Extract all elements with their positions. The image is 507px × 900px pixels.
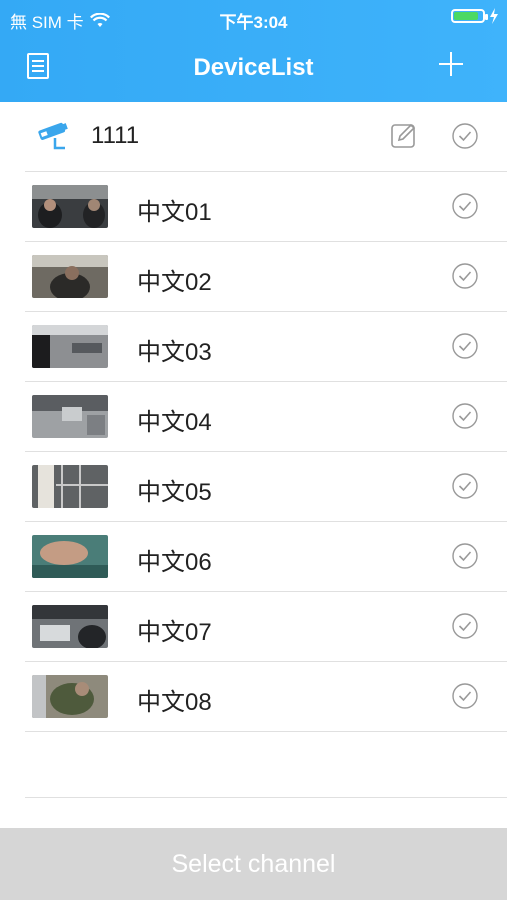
channel-row[interactable]: 中文05 xyxy=(25,452,507,522)
channel-thumbnail xyxy=(32,605,108,648)
channel-row[interactable]: 中文03 xyxy=(25,312,507,382)
check-circle-icon[interactable] xyxy=(452,123,478,149)
channel-thumbnail xyxy=(32,465,108,508)
status-time: 下午3:04 xyxy=(219,13,288,32)
channel-row[interactable]: 中文08 xyxy=(25,662,507,732)
channel-name: 中文01 xyxy=(137,199,212,226)
channel-name: 中文04 xyxy=(137,409,212,436)
channel-name: 中文07 xyxy=(137,619,212,646)
channel-thumbnail xyxy=(32,395,108,438)
camera-icon xyxy=(38,122,68,150)
edit-icon[interactable] xyxy=(390,121,418,149)
check-circle-icon[interactable] xyxy=(452,683,478,709)
status-right xyxy=(451,8,499,24)
check-circle-icon[interactable] xyxy=(452,543,478,569)
channel-row[interactable]: 中文06 xyxy=(25,522,507,592)
nav-bar: DeviceList xyxy=(0,36,507,102)
channel-row[interactable]: 中文04 xyxy=(25,382,507,452)
add-icon[interactable] xyxy=(437,50,465,78)
charging-icon xyxy=(490,8,498,24)
channel-thumbnail xyxy=(32,185,108,228)
device-row[interactable]: 1111 xyxy=(25,102,507,172)
channel-row[interactable]: 中文07 xyxy=(25,592,507,662)
device-list: 1111 中文01 中文02 中文03 中文04 中文05 中文06 中文07 … xyxy=(0,102,507,732)
select-channel-button[interactable]: Select channel xyxy=(0,850,507,879)
channel-thumbnail xyxy=(32,255,108,298)
channel-name: 中文05 xyxy=(137,479,212,506)
footer-bar: Select channel xyxy=(0,828,507,900)
check-circle-icon[interactable] xyxy=(452,613,478,639)
channel-thumbnail xyxy=(32,325,108,368)
channel-name: 中文08 xyxy=(137,689,212,716)
channel-row[interactable]: 中文01 xyxy=(25,172,507,242)
channel-name: 中文03 xyxy=(137,339,212,366)
check-circle-icon[interactable] xyxy=(452,403,478,429)
check-circle-icon[interactable] xyxy=(452,473,478,499)
check-circle-icon[interactable] xyxy=(452,193,478,219)
channel-name: 中文06 xyxy=(137,549,212,576)
channel-name: 中文02 xyxy=(137,269,212,296)
page-title: DeviceList xyxy=(193,54,314,81)
check-circle-icon[interactable] xyxy=(452,263,478,289)
channel-thumbnail xyxy=(32,535,108,578)
channel-row[interactable]: 中文02 xyxy=(25,242,507,312)
channel-thumbnail xyxy=(32,675,108,718)
divider xyxy=(25,797,507,798)
battery-icon xyxy=(451,9,488,23)
app-header: 無 SIM 卡 下午3:04 DeviceList xyxy=(0,0,507,102)
status-bar: 無 SIM 卡 下午3:04 xyxy=(0,0,507,36)
device-name: 1111 xyxy=(91,122,140,149)
check-circle-icon[interactable] xyxy=(452,333,478,359)
